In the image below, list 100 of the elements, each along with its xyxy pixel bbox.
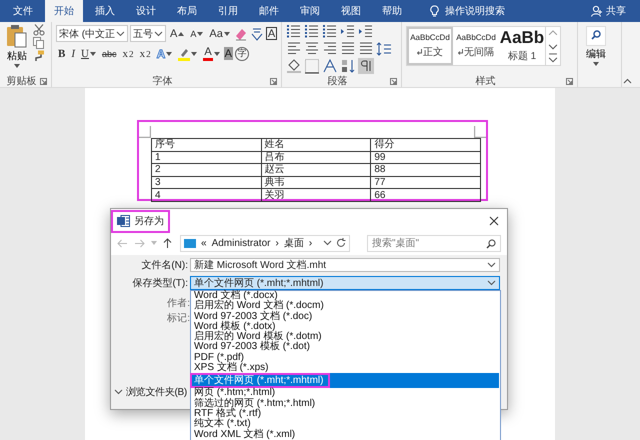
- chevron-icon: [114, 389, 123, 395]
- bullets-icon[interactable]: [286, 24, 302, 40]
- editing-button[interactable]: 编辑: [582, 24, 610, 75]
- ribbon-tab[interactable]: 插入: [86, 0, 124, 22]
- highlighter-icon: [178, 46, 190, 60]
- ribbon-tab[interactable]: 设计: [127, 0, 165, 22]
- shrink-font-button[interactable]: A: [188, 25, 206, 42]
- field-label: 文件名(N):: [140, 258, 189, 272]
- file-type-dropdown[interactable]: 单个文件网页 (*.mht;*.mhtml): [190, 276, 500, 290]
- breadcrumb-separator: «: [201, 238, 207, 248]
- style-sample: AaBb: [500, 29, 544, 46]
- list-option[interactable]: 网页 (*.htm;*.html): [192, 388, 499, 399]
- font-size-dropdown[interactable]: 五号: [130, 25, 166, 42]
- table-cell: 赵云: [261, 164, 371, 176]
- list-option[interactable]: Word 97-2003 文档 (*.doc): [192, 312, 499, 322]
- ribbon-tab[interactable]: 布局: [168, 0, 206, 22]
- change-case-button[interactable]: Aa: [207, 25, 232, 42]
- dialog-launcher-icon[interactable]: [566, 78, 573, 85]
- ribbon-tab[interactable]: 审阅: [291, 0, 329, 22]
- font-color-button[interactable]: A: [201, 45, 222, 62]
- paste-button[interactable]: 粘贴: [4, 24, 30, 75]
- line-spacing-icon[interactable]: [376, 41, 392, 57]
- scissors-icon[interactable]: [33, 24, 45, 36]
- folder-icon: [184, 238, 196, 248]
- increase-indent-icon[interactable]: [358, 24, 374, 40]
- search-field[interactable]: 搜索"桌面": [367, 234, 501, 252]
- underline-button[interactable]: U: [79, 45, 98, 62]
- paragraph-mark-icon: [458, 49, 463, 55]
- table-cell: 吕布: [261, 151, 371, 164]
- file-name-field[interactable]: 新建 Microsoft Word 文档.mht: [190, 258, 500, 272]
- paint-bucket-icon[interactable]: [286, 58, 302, 74]
- address-bar[interactable]: « Administrator › 桌面 ›: [180, 234, 350, 252]
- list-option[interactable]: 单个文件网页 (*.mht;*.mhtml): [192, 373, 499, 388]
- breadcrumb[interactable]: Administrator: [212, 238, 270, 248]
- bold-button[interactable]: B: [56, 45, 68, 62]
- collapse-ribbon-icon[interactable]: [623, 78, 632, 84]
- breadcrumb[interactable]: 桌面: [284, 236, 304, 250]
- up-arrow-icon[interactable]: [163, 238, 172, 248]
- format-painter-icon[interactable]: [33, 50, 45, 62]
- grow-font-button[interactable]: A: [168, 25, 186, 42]
- ribbon-tab[interactable]: 邮件: [250, 0, 288, 22]
- italic-button[interactable]: I: [69, 45, 78, 62]
- align-center-icon[interactable]: [304, 41, 320, 57]
- ribbon-tab[interactable]: 帮助: [373, 0, 411, 22]
- ribbon-tab[interactable]: 开始: [45, 0, 83, 22]
- caret-icon: [178, 32, 184, 36]
- decrease-indent-icon[interactable]: [340, 24, 356, 40]
- list-option[interactable]: Word 97-2003 模板 (*.dot): [192, 342, 499, 353]
- enclose-characters-button[interactable]: 字: [235, 46, 249, 60]
- table-cell: 99: [370, 151, 480, 164]
- borders-icon[interactable]: [304, 58, 320, 74]
- numbering-icon[interactable]: [304, 24, 320, 40]
- list-option[interactable]: 筛选过的网页 (*.htm;*.html): [192, 398, 499, 409]
- dialog-launcher-icon[interactable]: [390, 78, 397, 85]
- character-shading-button[interactable]: A: [224, 47, 233, 60]
- align-left-icon[interactable]: [286, 41, 302, 57]
- copy-icon[interactable]: [33, 37, 45, 49]
- ribbon-tab[interactable]: 引用: [209, 0, 247, 22]
- caret-icon: [224, 32, 230, 36]
- font-name-dropdown[interactable]: 宋体 (中文正: [56, 25, 128, 42]
- list-option[interactable]: 启用宏的 Word 文档 (*.docm): [192, 301, 499, 312]
- strikethrough-button[interactable]: abc: [100, 45, 118, 62]
- person-icon: [591, 5, 603, 17]
- table-cell: 66: [370, 188, 480, 202]
- search-prompt[interactable]: 操作说明搜索: [445, 4, 505, 18]
- list-option[interactable]: RTF 格式 (*.rtf): [192, 408, 499, 420]
- table-cell: 77: [370, 176, 480, 189]
- caret-icon: [214, 52, 220, 56]
- multilevel-list-icon[interactable]: [322, 24, 338, 40]
- dialog-launcher-icon[interactable]: [270, 78, 277, 85]
- ribbon-tab[interactable]: 视图: [332, 0, 370, 22]
- list-option[interactable]: XPS 文档 (*.xps): [192, 363, 499, 374]
- distributed-icon[interactable]: [358, 41, 374, 57]
- justify-icon[interactable]: [340, 41, 356, 57]
- character-border-button[interactable]: A: [266, 27, 278, 40]
- table-cell: 序号: [152, 138, 262, 152]
- breadcrumb-separator: ›: [308, 238, 312, 248]
- breadcrumb-separator: ›: [275, 238, 279, 248]
- share-button[interactable]: 共享: [585, 0, 632, 22]
- browse-folders-button[interactable]: 浏览文件夹(B): [114, 385, 187, 399]
- chevron-icon: [154, 30, 163, 36]
- style-name: 标题 1: [508, 50, 536, 63]
- list-option[interactable]: PDF (*.pdf): [192, 352, 499, 364]
- dialog-launcher-icon[interactable]: [40, 78, 47, 85]
- lightbulb-icon[interactable]: [430, 4, 439, 18]
- list-option[interactable]: 纯文本 (*.txt): [192, 419, 499, 430]
- search-icon: [486, 238, 496, 248]
- refresh-icon[interactable]: [336, 238, 346, 248]
- margin-corner-icon: [474, 126, 486, 138]
- eraser-icon[interactable]: [234, 26, 248, 40]
- sort-icon[interactable]: [340, 58, 356, 74]
- close-icon[interactable]: [489, 216, 499, 226]
- style-name: 正文: [423, 46, 443, 59]
- ribbon-tab[interactable]: 文件: [4, 0, 42, 22]
- table-cell: 关羽: [261, 188, 371, 202]
- align-right-icon[interactable]: [322, 41, 338, 57]
- field-label: 标记:: [167, 312, 190, 325]
- list-option[interactable]: Word XML 文档 (*.xml): [192, 430, 499, 440]
- paragraph-mark-icon[interactable]: [358, 58, 374, 74]
- style-card[interactable]: AaBbCcDd 正文: [407, 27, 453, 65]
